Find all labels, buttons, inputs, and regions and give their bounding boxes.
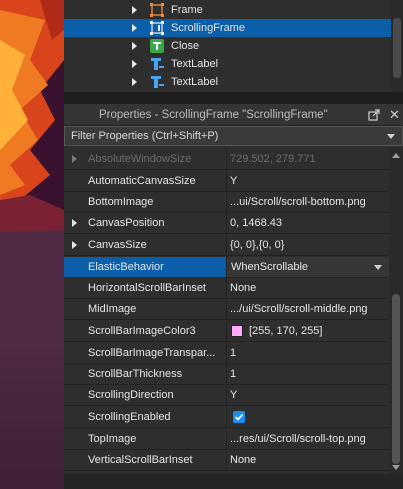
property-value[interactable]: 1 xyxy=(226,364,389,384)
expand-arrow-icon[interactable] xyxy=(72,241,77,249)
property-row-vertical-scroll-bar-inset[interactable]: VerticalScrollBarInset None xyxy=(64,450,389,471)
property-name: ScrollingEnabled xyxy=(88,411,171,423)
tree-item-close[interactable]: Close xyxy=(64,37,403,55)
undock-icon[interactable] xyxy=(368,109,380,121)
text-label-icon xyxy=(151,76,164,88)
property-value[interactable]: None xyxy=(226,278,389,298)
color-swatch[interactable] xyxy=(231,325,243,337)
checkmark-icon xyxy=(234,413,244,421)
property-value[interactable]: None xyxy=(226,450,389,470)
tree-item-label: TextLabel xyxy=(171,58,219,70)
property-name: ScrollBarImageColor3 xyxy=(88,325,196,337)
property-name: ElasticBehavior xyxy=(64,257,226,277)
properties-title: Properties - ScrollingFrame "ScrollingFr… xyxy=(99,108,328,121)
property-row-automatic-canvas-size[interactable]: AutomaticCanvasSize Y xyxy=(64,171,389,192)
property-name: ScrollBarImageTranspar... xyxy=(88,347,216,359)
panel-splitter[interactable] xyxy=(64,92,403,104)
property-row-bottom-image[interactable]: BottomImage ...ui/Scroll/scroll-bottom.p… xyxy=(64,192,389,213)
property-row-canvas-size[interactable]: CanvasSize {0, 0},{0, 0} xyxy=(64,235,389,256)
property-name: MidImage xyxy=(88,303,137,315)
property-row-scrolling-enabled[interactable]: ScrollingEnabled xyxy=(64,407,389,428)
property-value: [255, 170, 255] xyxy=(249,325,323,337)
tree-item-frame[interactable]: Frame xyxy=(64,1,403,19)
scrolling-enabled-checkbox[interactable] xyxy=(233,411,245,423)
tree-item-scrolling-frame[interactable]: ScrollingFrame xyxy=(64,19,403,37)
expand-arrow-icon[interactable] xyxy=(72,155,77,163)
property-row-elastic-behavior[interactable]: ElasticBehavior WhenScrollable xyxy=(64,257,389,278)
property-row-canvas-position[interactable]: CanvasPosition 0, 1468.43 xyxy=(64,213,389,234)
filter-properties-input[interactable]: Filter Properties (Ctrl+Shift+P) xyxy=(64,126,403,146)
property-value[interactable]: ...ui/Scroll/scroll-bottom.png xyxy=(226,192,389,212)
expand-arrow-icon[interactable] xyxy=(72,219,77,227)
properties-scrollbar[interactable] xyxy=(389,149,403,474)
scroll-down-icon[interactable] xyxy=(392,465,400,470)
property-value[interactable]: ...res/ui/Scroll/scroll-top.png xyxy=(226,429,389,449)
scroll-up-icon[interactable] xyxy=(392,153,400,158)
tree-item-text-label[interactable]: TextLabel xyxy=(64,55,403,73)
property-name: BottomImage xyxy=(88,196,154,208)
properties-grid: AbsoluteWindowSize 729.502, 279.771 Auto… xyxy=(64,149,389,474)
property-row-mid-image[interactable]: MidImage .../ui/Scroll/scroll-middle.png xyxy=(64,299,389,320)
expand-arrow-icon[interactable] xyxy=(132,78,137,86)
property-name: AbsoluteWindowSize xyxy=(88,153,192,165)
property-row-scroll-bar-thickness[interactable]: ScrollBarThickness 1 xyxy=(64,364,389,385)
game-viewport[interactable] xyxy=(0,0,64,489)
text-label-icon xyxy=(151,58,164,70)
property-value[interactable]: Y xyxy=(226,171,389,191)
elastic-behavior-dropdown[interactable]: WhenScrollable xyxy=(226,257,389,277)
tree-item-label: Frame xyxy=(171,4,203,16)
filter-dropdown-icon[interactable] xyxy=(387,134,395,139)
property-value[interactable]: 1 xyxy=(226,343,389,363)
property-name: HorizontalScrollBarInset xyxy=(88,282,206,294)
property-row-scroll-bar-image-transparency[interactable]: ScrollBarImageTranspar... 1 xyxy=(64,343,389,364)
property-value-cell[interactable]: [255, 170, 255] xyxy=(226,321,389,341)
tree-item-label: Close xyxy=(171,40,200,52)
property-row-absolute-window-size[interactable]: AbsoluteWindowSize 729.502, 279.771 xyxy=(64,149,389,170)
explorer-scrollbar-thumb[interactable] xyxy=(393,18,401,78)
property-value: 729.502, 279.771 xyxy=(226,149,389,169)
property-row-top-image[interactable]: TopImage ...res/ui/Scroll/scroll-top.png xyxy=(64,429,389,450)
property-value[interactable]: Y xyxy=(226,385,389,405)
property-row-scroll-bar-image-color3[interactable]: ScrollBarImageColor3 [255, 170, 255] xyxy=(64,321,389,342)
property-row-horizontal-scroll-bar-inset[interactable]: HorizontalScrollBarInset None xyxy=(64,278,389,299)
close-icon[interactable]: ✕ xyxy=(389,107,400,123)
tree-item-label: ScrollingFrame xyxy=(171,22,245,34)
property-name: VerticalScrollBarInset xyxy=(88,454,193,466)
expand-arrow-icon[interactable] xyxy=(132,60,137,68)
property-name: CanvasSize xyxy=(88,239,147,251)
properties-titlebar: Properties - ScrollingFrame "ScrollingFr… xyxy=(64,104,403,126)
tree-item-label: TextLabel xyxy=(171,76,219,88)
viewport-artwork xyxy=(0,0,64,232)
expand-arrow-icon[interactable] xyxy=(132,42,137,50)
scrolling-frame-icon xyxy=(150,21,164,35)
explorer-tree: Frame ScrollingFrame Close TextLabel Tex… xyxy=(64,0,403,92)
property-value[interactable]: .../ui/Scroll/scroll-middle.png xyxy=(226,299,389,319)
property-name: CanvasPosition xyxy=(88,217,165,229)
dropdown-value: WhenScrollable xyxy=(231,261,309,273)
properties-scrollbar-thumb[interactable] xyxy=(392,294,400,464)
expand-arrow-icon[interactable] xyxy=(132,6,137,14)
property-name: AutomaticCanvasSize xyxy=(88,175,196,187)
filter-placeholder: Filter Properties (Ctrl+Shift+P) xyxy=(71,130,219,142)
horizontal-scrollbar[interactable] xyxy=(64,474,403,489)
property-name: ScrollBarThickness xyxy=(88,368,183,380)
chevron-down-icon[interactable] xyxy=(374,265,382,270)
tree-item-text-label[interactable]: TextLabel xyxy=(64,73,403,91)
property-value-cell xyxy=(226,407,389,427)
property-value[interactable]: 0, 1468.43 xyxy=(226,213,389,233)
expand-arrow-icon[interactable] xyxy=(132,24,137,32)
property-name: TopImage xyxy=(88,433,137,445)
property-value[interactable]: {0, 0},{0, 0} xyxy=(226,235,389,255)
explorer-scrollbar[interactable] xyxy=(391,0,403,92)
property-row-scrolling-direction[interactable]: ScrollingDirection Y xyxy=(64,385,389,406)
text-button-icon xyxy=(150,39,164,53)
frame-icon xyxy=(150,3,164,17)
property-name: ScrollingDirection xyxy=(88,389,174,401)
